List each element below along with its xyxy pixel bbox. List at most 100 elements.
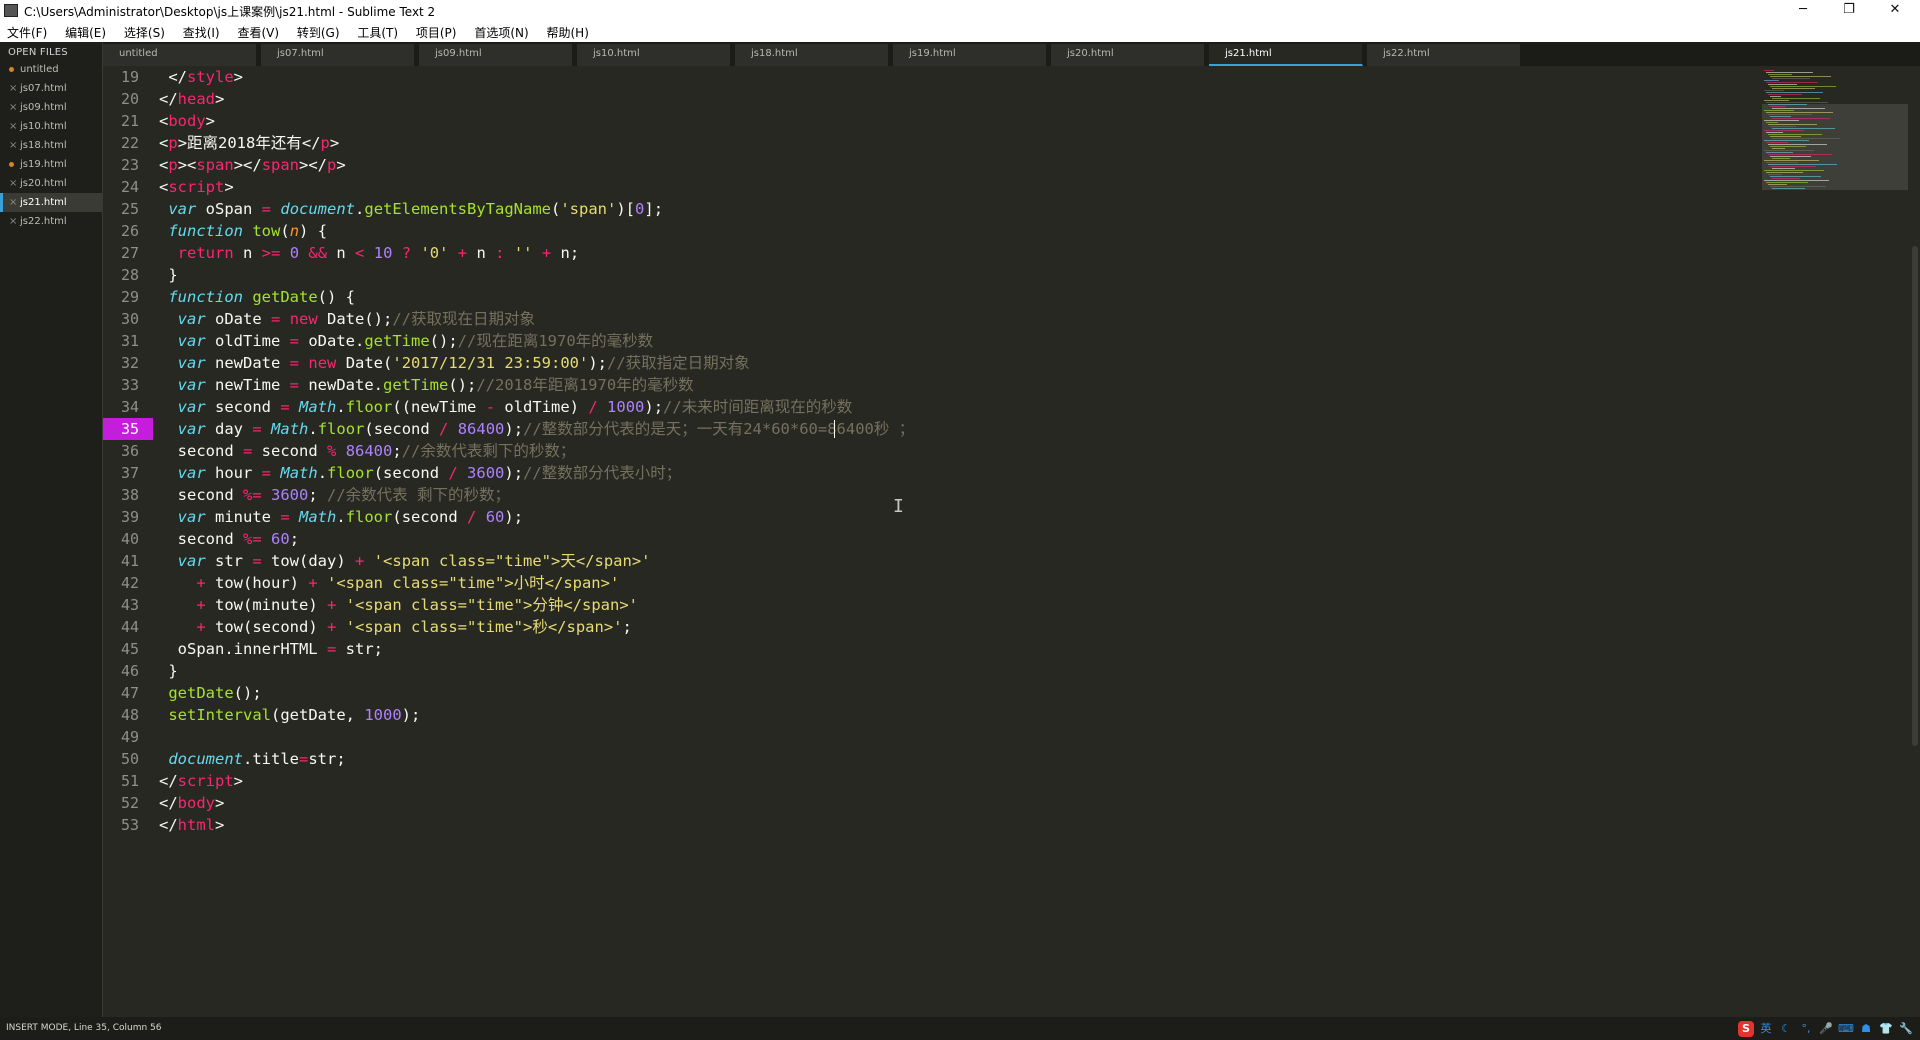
code-line[interactable]: var day = Math.floor(second / 86400);//整… — [159, 418, 915, 440]
close-file-icon[interactable]: × — [9, 117, 17, 136]
code-token: Date( — [336, 354, 393, 372]
minimap-line — [1772, 98, 1820, 99]
code-line[interactable]: function tow(n) { — [159, 220, 327, 242]
code-line[interactable]: + tow(hour) + '<span class="time">小时</sp… — [159, 572, 619, 594]
code-line[interactable]: document.title=str; — [159, 748, 345, 770]
sidebar-file-js19-html[interactable]: js19.html — [0, 155, 102, 174]
code-line[interactable]: </script> — [159, 770, 243, 792]
close-file-icon[interactable]: × — [9, 98, 17, 117]
minimize-button[interactable]: ─ — [1780, 0, 1826, 22]
tab-js20-html[interactable]: js20.html — [1051, 44, 1205, 66]
code-line[interactable]: oSpan.innerHTML = str; — [159, 638, 383, 660]
sogou-ime-icon[interactable]: S — [1738, 1020, 1754, 1037]
english-mode-icon[interactable]: 英 — [1758, 1021, 1774, 1037]
skin-icon[interactable]: 👕 — [1878, 1021, 1894, 1037]
vertical-scrollbar[interactable] — [1910, 66, 1920, 1017]
code-line[interactable]: var minute = Math.floor(second / 60); — [159, 506, 523, 528]
line-number: 45 — [120, 640, 139, 658]
toolbox-icon[interactable]: ☗ — [1858, 1021, 1874, 1037]
code-line[interactable]: var second = Math.floor((newTime - oldTi… — [159, 396, 853, 418]
code-line[interactable]: getDate(); — [159, 682, 261, 704]
scrollbar-thumb[interactable] — [1912, 246, 1918, 746]
sidebar-file-js07-html[interactable]: × js07.html — [0, 79, 102, 98]
code-line[interactable]: </style> — [159, 66, 243, 88]
code-line[interactable]: function getDate() { — [159, 286, 355, 308]
code-editor[interactable]: 19 20 21 22 23 24 25 26 27 28 29 30 31 32 33 34 35 36 37 38… — [103, 66, 1903, 1017]
tab-untitled[interactable]: untitled — [103, 44, 257, 66]
unsaved-dot-icon[interactable] — [9, 67, 14, 72]
tab-js10-html[interactable]: js10.html — [577, 44, 731, 66]
menu-bar: 文件(F) 编辑(E) 选择(S) 查找(I) 查看(V) 转到(G) 工具(T… — [0, 22, 1920, 42]
minimap[interactable] — [1762, 66, 1910, 1017]
settings-wrench-icon[interactable]: 🔧 — [1898, 1021, 1914, 1037]
unsaved-dot-icon[interactable] — [9, 162, 14, 167]
sidebar-file-js22-html[interactable]: × js22.html — [0, 212, 102, 231]
menu-project[interactable]: 项目(P) — [409, 22, 464, 41]
code-line[interactable]: } — [159, 660, 177, 682]
code-line[interactable]: </body> — [159, 792, 224, 814]
sidebar-file-untitled[interactable]: untitled — [0, 60, 102, 79]
tab-js19-html[interactable]: js19.html — [893, 44, 1047, 66]
sidebar-file-js18-html[interactable]: × js18.html — [0, 136, 102, 155]
tab-js18-html[interactable]: js18.html — [735, 44, 889, 66]
menu-view[interactable]: 查看(V) — [230, 22, 286, 41]
sidebar-file-js09-html[interactable]: × js09.html — [0, 98, 102, 117]
sidebar-file-js20-html[interactable]: × js20.html — [0, 174, 102, 193]
menu-find[interactable]: 查找(I) — [176, 22, 227, 41]
moon-icon[interactable]: ☾ — [1778, 1021, 1794, 1037]
code-line[interactable]: </head> — [159, 88, 224, 110]
menu-edit[interactable]: 编辑(E) — [58, 22, 113, 41]
menu-selection[interactable]: 选择(S) — [117, 22, 172, 41]
code-line[interactable]: var newDate = new Date('2017/12/31 23:59… — [159, 352, 750, 374]
tab-js07-html[interactable]: js07.html — [261, 44, 415, 66]
code-line[interactable]: var oSpan = document.getElementsByTagNam… — [159, 198, 663, 220]
code-line[interactable]: second %= 3600; //余数代表 剩下的秒数； — [159, 484, 510, 506]
code-line[interactable]: var hour = Math.floor(second / 3600);//整… — [159, 462, 682, 484]
menu-help[interactable]: 帮助(H) — [539, 22, 595, 41]
menu-preferences[interactable]: 首选项(N) — [467, 22, 535, 41]
code-line[interactable]: return n >= 0 && n < 10 ? '0' + n : '' +… — [159, 242, 580, 264]
sidebar-file-js10-html[interactable]: × js10.html — [0, 117, 102, 136]
code-line[interactable]: } — [159, 264, 177, 286]
keyboard-icon[interactable]: ⌨ — [1838, 1021, 1854, 1037]
code-line[interactable]: <p><span></span></p> — [159, 154, 346, 176]
tab-js09-html[interactable]: js09.html — [419, 44, 573, 66]
code-line[interactable]: setInterval(getDate, 1000); — [159, 704, 420, 726]
tab-js22-html[interactable]: js22.html — [1367, 44, 1521, 66]
status-text: INSERT MODE, Line 35, Column 56 — [6, 1023, 162, 1033]
code-token: = — [326, 640, 337, 658]
code-token: ((newTime — [392, 398, 486, 416]
code-line[interactable]: <script> — [159, 176, 234, 198]
tab-js21-html[interactable]: js21.html — [1209, 44, 1363, 66]
restore-button[interactable]: ❐ — [1826, 0, 1872, 22]
close-file-icon[interactable]: × — [9, 212, 17, 231]
code-line[interactable]: + tow(second) + '<span class="time">秒</s… — [159, 616, 632, 638]
menu-goto[interactable]: 转到(G) — [290, 22, 347, 41]
code-line[interactable]: var newTime = newDate.getTime();//2018年距… — [159, 374, 694, 396]
code-line[interactable]: var oldTime = oDate.getTime();//现在距离1970… — [159, 330, 654, 352]
punctuation-icon[interactable]: °, — [1798, 1021, 1814, 1037]
code-line[interactable]: </html> — [159, 814, 224, 836]
code-line[interactable]: second = second % 86400;//余数代表剩下的秒数； — [159, 440, 576, 462]
code-line[interactable]: second %= 60; — [159, 528, 299, 550]
sidebar-file-js21-html[interactable]: × js21.html — [0, 193, 102, 212]
code-line[interactable]: var str = tow(day) + '<span class="time"… — [159, 550, 651, 572]
close-file-icon[interactable]: × — [9, 193, 17, 212]
menu-tools[interactable]: 工具(T) — [350, 22, 405, 41]
code-token: > — [336, 156, 346, 174]
close-file-icon[interactable]: × — [9, 174, 17, 193]
code-line[interactable]: <body> — [159, 110, 215, 132]
code-token: < — [159, 134, 169, 152]
code-line[interactable]: <p>距离2018年还有</p> — [159, 132, 339, 154]
microphone-icon[interactable]: 🎤 — [1818, 1021, 1834, 1037]
minimap-line — [1764, 80, 1779, 81]
close-file-icon[interactable]: × — [9, 79, 17, 98]
menu-file[interactable]: 文件(F) — [0, 22, 54, 41]
close-file-icon[interactable]: × — [9, 136, 17, 155]
close-button[interactable]: ✕ — [1872, 0, 1918, 22]
code-line[interactable]: var oDate = new Date();//获取现在日期对象 — [159, 308, 535, 330]
code-line[interactable]: + tow(minute) + '<span class="time">分钟</… — [159, 594, 638, 616]
